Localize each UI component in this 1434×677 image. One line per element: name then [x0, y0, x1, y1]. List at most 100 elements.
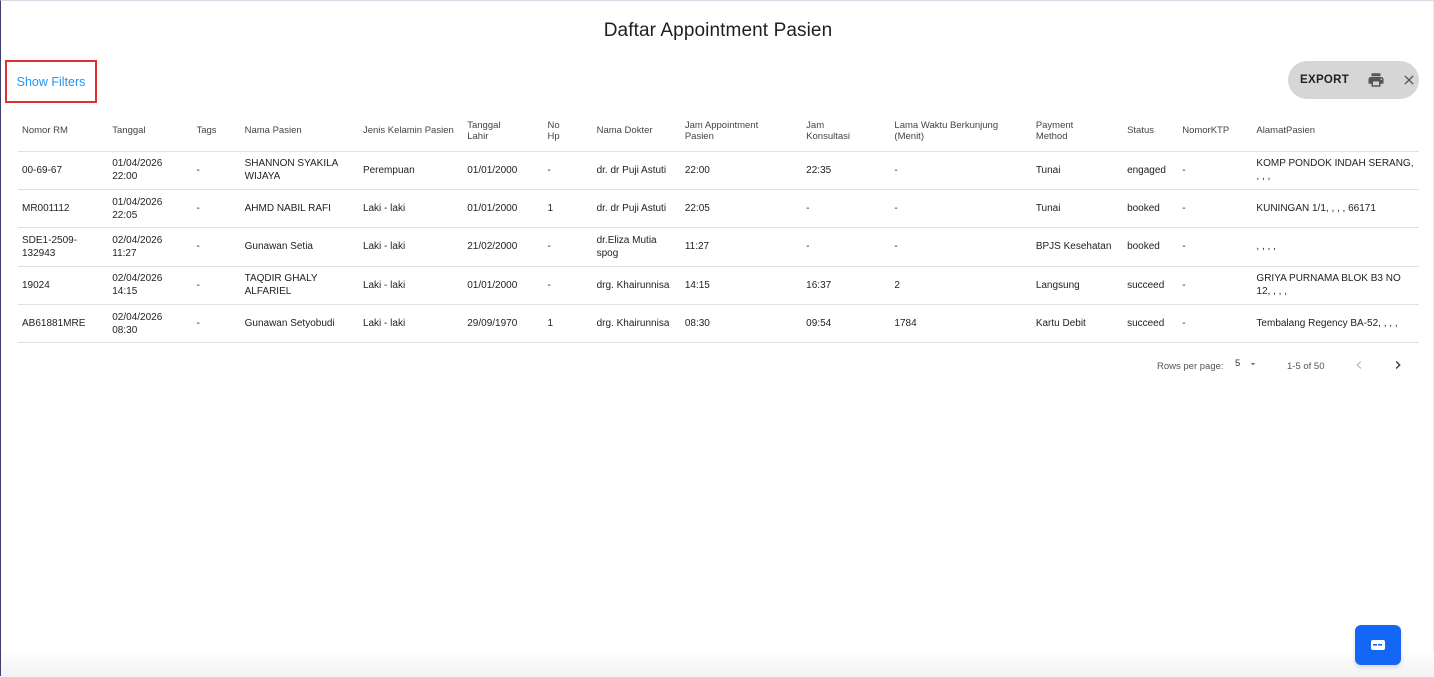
column-header[interactable]: Tanggal Lahir: [463, 111, 544, 152]
column-header[interactable]: No Hp: [543, 111, 593, 152]
table-cell: engaged: [1123, 151, 1179, 190]
chat-button[interactable]: [1355, 625, 1401, 665]
table-cell: Laki - laki: [358, 304, 464, 344]
table-cell: -: [1178, 304, 1253, 344]
table-cell: BPJS Kesehatan: [1031, 227, 1124, 267]
column-header[interactable]: Jam Appointment Pasien: [680, 111, 803, 152]
table-cell: -: [890, 189, 1032, 229]
next-page-button[interactable]: [1390, 357, 1406, 376]
table-cell: drg. Khairunnisa: [592, 304, 681, 344]
table-row[interactable]: MR001112 01/04/2026 22:05- AHMD NABIL RAFI…: [18, 189, 1419, 229]
appointments-table: Nomor RM Tanggal Tags Nama Pasien Jenis …: [18, 111, 1419, 344]
column-header[interactable]: Tags: [192, 111, 241, 152]
rows-per-page-select[interactable]: 5: [1235, 358, 1258, 369]
table-cell: -: [543, 151, 593, 190]
table-cell: -: [543, 227, 593, 267]
show-filters-label: Show Filters: [16, 74, 86, 89]
table-cell: -: [1178, 227, 1253, 267]
table-cell: 01/01/2000: [463, 266, 544, 306]
table-cell: 01/04/2026 22:00: [108, 151, 193, 190]
table-row[interactable]: AB61881MRE 02/04/2026 08:30- Gunawan Setyo…: [18, 304, 1419, 344]
table-row[interactable]: SDE1-2509-132943 02/04/2026 11:27- Gunawan…: [18, 227, 1419, 267]
chat-icon: [1371, 640, 1385, 650]
table-cell: Laki - laki: [358, 189, 464, 229]
table-cell: MR001112: [18, 189, 109, 229]
table-cell: 1: [543, 189, 593, 229]
table-cell: KOMP PONDOK INDAH SERANG, , , ,: [1252, 151, 1419, 190]
table-cell: Tunai: [1031, 189, 1124, 229]
column-header[interactable]: Lama Waktu Berkunjung (Menit): [890, 111, 1032, 152]
table-cell: 01/01/2000: [463, 189, 544, 229]
page-frame: Daftar Appointment Pasien Show Filters E…: [0, 0, 1434, 677]
table-cell: -: [192, 189, 241, 229]
table-cell: 16:37: [802, 266, 891, 306]
rows-per-page-label: Rows per page:: [1157, 361, 1224, 372]
table-cell: 01/04/2026 22:05: [108, 189, 193, 229]
table-row[interactable]: 00-69-67 01/04/2026 22:00- SHANNON SYAKILA…: [18, 151, 1419, 190]
table-cell: 00-69-67: [18, 151, 109, 190]
print-icon[interactable]: [1365, 67, 1386, 93]
export-button[interactable]: EXPORT: [1294, 74, 1355, 86]
chevron-left-icon: [1356, 361, 1362, 369]
table-cell: , , , ,: [1252, 227, 1419, 267]
table-cell: GRIYA PURNAMA BLOK B3 NO 12, , , ,: [1252, 266, 1419, 306]
show-filters-button[interactable]: Show Filters: [5, 60, 97, 103]
column-header[interactable]: Nomor RM: [18, 111, 109, 152]
table-cell: AB61881MRE: [18, 304, 109, 344]
table-cell: 22:00: [680, 151, 803, 190]
column-header[interactable]: Nama Pasien: [240, 111, 359, 152]
table-cell: 02/04/2026 11:27: [108, 227, 193, 267]
pagination-range: 1-5 of 50: [1287, 361, 1325, 372]
table-cell: 22:05: [680, 189, 803, 229]
bottom-fade: [1, 651, 1434, 677]
table-cell: -: [802, 227, 891, 267]
table-toolbar: EXPORT: [1288, 61, 1419, 99]
column-header[interactable]: Status: [1123, 111, 1179, 152]
table-cell: 1784: [890, 304, 1032, 344]
table-row[interactable]: 19024 02/04/2026 14:15- TAQDIR GHALY ALFAR…: [18, 266, 1419, 306]
table-cell: succeed: [1123, 266, 1179, 306]
table-cell: booked: [1123, 227, 1179, 267]
table-cell: 02/04/2026 08:30: [108, 304, 193, 344]
page-title: Daftar Appointment Pasien: [603, 20, 833, 41]
table-cell: 11:27: [680, 227, 803, 267]
column-header[interactable]: Payment Method: [1031, 111, 1124, 152]
table-cell: succeed: [1123, 304, 1179, 344]
table-cell: 29/09/1970: [463, 304, 544, 344]
previous-page-button[interactable]: [1351, 357, 1367, 376]
table-cell: -: [192, 151, 241, 190]
column-header[interactable]: Jam Konsultasi: [802, 111, 891, 152]
table-cell: dr. dr Puji Astuti: [592, 151, 681, 190]
caret-down-icon: [1251, 362, 1256, 365]
table-cell: dr.Eliza Mutia spog: [592, 227, 681, 267]
table-cell: 22:35: [802, 151, 891, 190]
table-cell: 02/04/2026 14:15: [108, 266, 193, 306]
table-cell: 09:54: [802, 304, 891, 344]
table-cell: -: [1178, 266, 1253, 306]
table-cell: 2: [890, 266, 1032, 306]
chevron-right-icon: [1395, 361, 1401, 369]
column-header[interactable]: Jenis Kelamin Pasien: [358, 111, 464, 152]
table-cell: -: [1178, 189, 1253, 229]
table-cell: dr. dr Puji Astuti: [592, 189, 681, 229]
table-cell: Laki - laki: [358, 266, 464, 306]
table-cell: 14:15: [680, 266, 803, 306]
table-cell: 08:30: [680, 304, 803, 344]
table-cell: Tembalang Regency BA-52, , , ,: [1252, 304, 1419, 344]
column-header[interactable]: Tanggal: [108, 111, 193, 152]
close-icon[interactable]: [1398, 67, 1419, 93]
column-header[interactable]: AlamatPasien: [1252, 111, 1419, 152]
column-header[interactable]: Nama Dokter: [592, 111, 681, 152]
table-cell: SDE1-2509-132943: [18, 227, 109, 267]
table-cell: Laki - laki: [358, 227, 464, 267]
table-cell: 21/02/2000: [463, 227, 544, 267]
table-cell: -: [802, 189, 891, 229]
table-cell: 19024: [18, 266, 109, 306]
table-cell: booked: [1123, 189, 1179, 229]
table-cell: -: [890, 151, 1032, 190]
table-cell: drg. Khairunnisa: [592, 266, 681, 306]
table-cell: Gunawan Setia: [240, 227, 359, 267]
column-header[interactable]: NomorKTP: [1178, 111, 1253, 152]
pagination: Rows per page: 5 1-5 of 50: [1, 356, 1434, 376]
table-cell: -: [192, 227, 241, 267]
